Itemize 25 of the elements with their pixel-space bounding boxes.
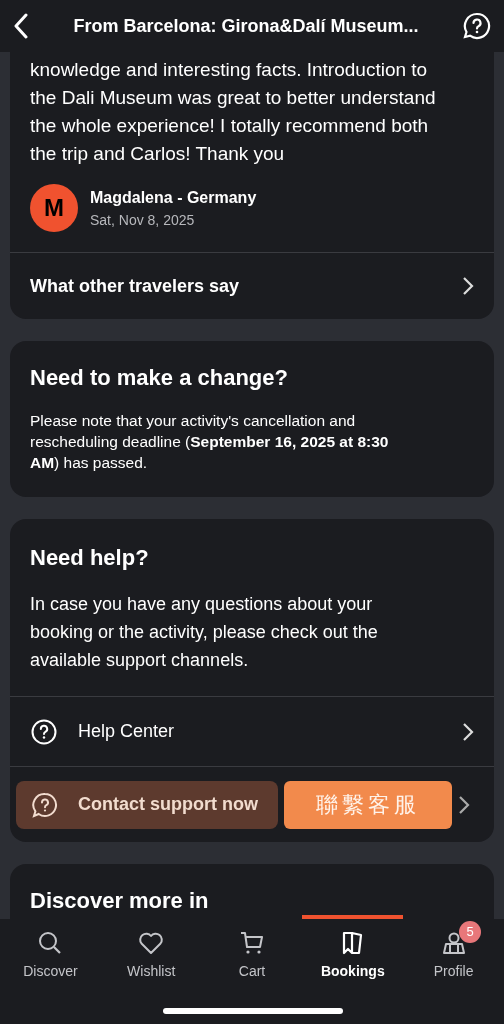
review-date: Sat, Nov 8, 2025 bbox=[90, 210, 196, 230]
chevron-icon bbox=[458, 794, 470, 815]
chevron-icon bbox=[462, 276, 474, 296]
nav-tab[interactable]: Discover bbox=[0, 919, 101, 999]
section-title: Discover more in bbox=[30, 887, 210, 915]
notification-badge: 5 bbox=[459, 921, 482, 943]
review-text: knowledge and interesting facts. Introduction to the Dali Museum was great to better understand the whole experience! I totally recommend both the trip and Carlos! Thank you bbox=[30, 58, 437, 166]
nav-tab[interactable]: Profile 5 bbox=[403, 919, 504, 999]
nav-tab[interactable]: Cart bbox=[201, 919, 303, 999]
page-title: From Barcelona: Girona&Dalí Museum... bbox=[72, 14, 420, 38]
section-title: Need to make a change? bbox=[30, 364, 289, 392]
chevron-icon bbox=[462, 721, 474, 742]
help-center-link[interactable]: Help Center bbox=[78, 718, 442, 745]
section-title: Need help? bbox=[30, 544, 150, 572]
reviewer-name: Magdalena - Germany bbox=[90, 187, 257, 208]
nav-tab[interactable]: Wishlist bbox=[100, 919, 202, 999]
back-icon[interactable] bbox=[12, 13, 30, 39]
help-icon[interactable] bbox=[462, 11, 492, 41]
more-reviews-link[interactable]: What other travelers say bbox=[30, 272, 462, 300]
notice-text: Please note that your activity's cancellation and rescheduling deadline (September 16, 2025 at 8:30 AM) has passed. bbox=[30, 411, 390, 473]
help-icon bbox=[30, 717, 58, 746]
contact-support-button[interactable]: Contact support now bbox=[16, 780, 278, 829]
avatar: M bbox=[30, 184, 78, 232]
chat-help-icon bbox=[32, 791, 58, 818]
help-text: In case you have any questions about your booking or the activity, please check out the available support channels. bbox=[30, 593, 379, 672]
